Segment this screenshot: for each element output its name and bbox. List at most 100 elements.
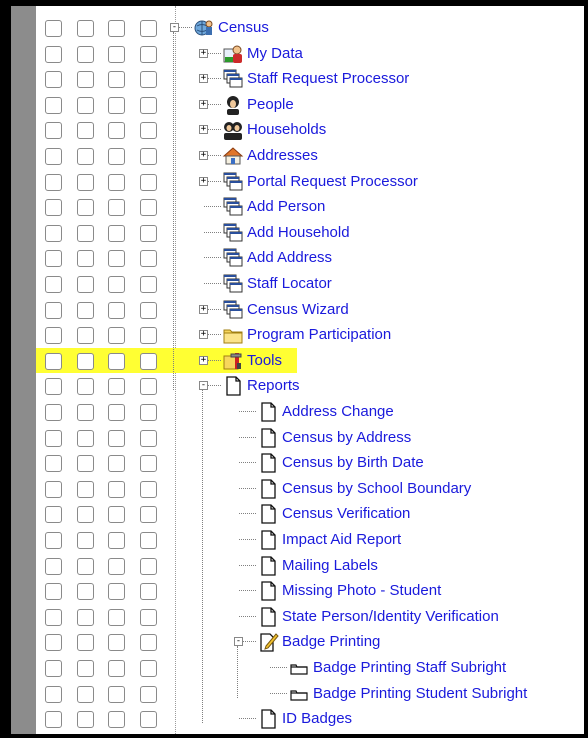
right-checkbox-2[interactable] — [77, 122, 94, 140]
expand-icon[interactable]: + — [199, 48, 208, 58]
tree-item-label[interactable]: People — [247, 96, 294, 114]
right-checkbox-4[interactable] — [140, 352, 157, 370]
right-checkbox-4[interactable] — [140, 250, 157, 268]
expand-icon[interactable]: + — [199, 125, 208, 135]
tree-item-label[interactable]: Census by Address — [282, 429, 411, 447]
right-checkbox-4[interactable] — [140, 583, 157, 601]
collapse-icon[interactable]: - — [170, 23, 179, 32]
right-checkbox-1[interactable] — [45, 224, 62, 242]
right-checkbox-3[interactable] — [108, 122, 125, 140]
expand-icon[interactable]: + — [199, 355, 208, 365]
right-checkbox-3[interactable] — [108, 557, 125, 575]
tree-item-label[interactable]: Households — [247, 121, 326, 139]
right-checkbox-1[interactable] — [45, 96, 62, 114]
right-checkbox-2[interactable] — [77, 634, 94, 652]
right-checkbox-1[interactable] — [45, 250, 62, 268]
right-checkbox-3[interactable] — [108, 173, 125, 191]
right-checkbox-2[interactable] — [77, 327, 94, 345]
right-checkbox-1[interactable] — [45, 173, 62, 191]
right-checkbox-2[interactable] — [77, 352, 94, 370]
tree-item-label[interactable]: Impact Aid Report — [282, 531, 401, 549]
tree-item-label[interactable]: Badge Printing Student Subright — [313, 685, 527, 703]
right-checkbox-4[interactable] — [140, 276, 157, 293]
right-checkbox-2[interactable] — [77, 532, 94, 549]
right-checkbox-2[interactable] — [77, 20, 94, 37]
right-checkbox-1[interactable] — [45, 122, 62, 140]
tree-item-label[interactable]: My Data — [247, 45, 303, 63]
right-checkbox-2[interactable] — [77, 148, 94, 165]
right-checkbox-2[interactable] — [77, 506, 94, 524]
right-checkbox-2[interactable] — [77, 96, 94, 114]
right-checkbox-4[interactable] — [140, 148, 157, 165]
tree-item-label[interactable]: Addresses — [247, 147, 318, 165]
tree-item-label[interactable]: Census Wizard — [247, 301, 349, 319]
right-checkbox-2[interactable] — [77, 250, 94, 268]
right-checkbox-3[interactable] — [108, 327, 125, 345]
tree-item-label[interactable]: Badge Printing — [282, 633, 380, 651]
right-checkbox-4[interactable] — [140, 122, 157, 140]
right-checkbox-1[interactable] — [45, 20, 62, 37]
right-checkbox-4[interactable] — [140, 608, 157, 626]
right-checkbox-1[interactable] — [45, 455, 62, 473]
right-checkbox-4[interactable] — [140, 429, 157, 447]
right-checkbox-4[interactable] — [140, 71, 157, 89]
right-checkbox-2[interactable] — [77, 480, 94, 498]
right-checkbox-3[interactable] — [108, 608, 125, 626]
right-checkbox-2[interactable] — [77, 608, 94, 626]
right-checkbox-4[interactable] — [140, 480, 157, 498]
right-checkbox-3[interactable] — [108, 45, 125, 63]
right-checkbox-4[interactable] — [140, 455, 157, 473]
right-checkbox-4[interactable] — [140, 506, 157, 524]
tree-item-label[interactable]: State Person/Identity Verification — [282, 608, 499, 626]
right-checkbox-1[interactable] — [45, 148, 62, 165]
right-checkbox-2[interactable] — [77, 71, 94, 89]
right-checkbox-2[interactable] — [77, 455, 94, 473]
tree-item-label[interactable]: Census by School Boundary — [282, 480, 471, 498]
right-checkbox-3[interactable] — [108, 660, 125, 677]
collapse-icon[interactable]: - — [234, 637, 243, 647]
expand-icon[interactable]: + — [199, 330, 208, 340]
right-checkbox-3[interactable] — [108, 480, 125, 498]
right-checkbox-4[interactable] — [140, 634, 157, 652]
right-checkbox-1[interactable] — [45, 45, 62, 63]
right-checkbox-3[interactable] — [108, 301, 125, 319]
right-checkbox-4[interactable] — [140, 45, 157, 63]
right-checkbox-2[interactable] — [77, 276, 94, 293]
right-checkbox-3[interactable] — [108, 96, 125, 114]
tree-item-label[interactable]: Badge Printing Staff Subright — [313, 659, 506, 677]
right-checkbox-3[interactable] — [108, 224, 125, 242]
right-checkbox-3[interactable] — [108, 532, 125, 549]
right-checkbox-3[interactable] — [108, 199, 125, 217]
right-checkbox-1[interactable] — [45, 608, 62, 626]
right-checkbox-3[interactable] — [108, 711, 125, 729]
expand-icon[interactable]: + — [199, 304, 208, 314]
tree-item-label[interactable]: Add Person — [247, 198, 325, 216]
right-checkbox-2[interactable] — [77, 224, 94, 242]
right-checkbox-1[interactable] — [45, 327, 62, 345]
right-checkbox-1[interactable] — [45, 199, 62, 217]
right-checkbox-2[interactable] — [77, 45, 94, 63]
tree-item-label[interactable]: Tools — [247, 352, 282, 370]
right-checkbox-4[interactable] — [140, 685, 157, 703]
right-checkbox-4[interactable] — [140, 532, 157, 549]
right-checkbox-3[interactable] — [108, 276, 125, 293]
tree-item-label[interactable]: Reports — [247, 377, 300, 395]
right-checkbox-4[interactable] — [140, 199, 157, 217]
right-checkbox-3[interactable] — [108, 634, 125, 652]
right-checkbox-1[interactable] — [45, 583, 62, 601]
right-checkbox-3[interactable] — [108, 506, 125, 524]
tree-item-label[interactable]: Add Address — [247, 249, 332, 267]
right-checkbox-1[interactable] — [45, 557, 62, 575]
right-checkbox-1[interactable] — [45, 634, 62, 652]
tree-item-label[interactable]: Portal Request Processor — [247, 173, 418, 191]
right-checkbox-1[interactable] — [45, 480, 62, 498]
right-checkbox-1[interactable] — [45, 506, 62, 524]
tree-item-label[interactable]: Mailing Labels — [282, 557, 378, 575]
expand-icon[interactable]: + — [199, 151, 208, 160]
right-checkbox-4[interactable] — [140, 711, 157, 729]
tree-item-label[interactable]: Program Participation — [247, 326, 391, 344]
tree-item-label[interactable]: Staff Request Processor — [247, 70, 409, 88]
right-checkbox-2[interactable] — [77, 685, 94, 703]
right-checkbox-3[interactable] — [108, 685, 125, 703]
right-checkbox-1[interactable] — [45, 660, 62, 677]
